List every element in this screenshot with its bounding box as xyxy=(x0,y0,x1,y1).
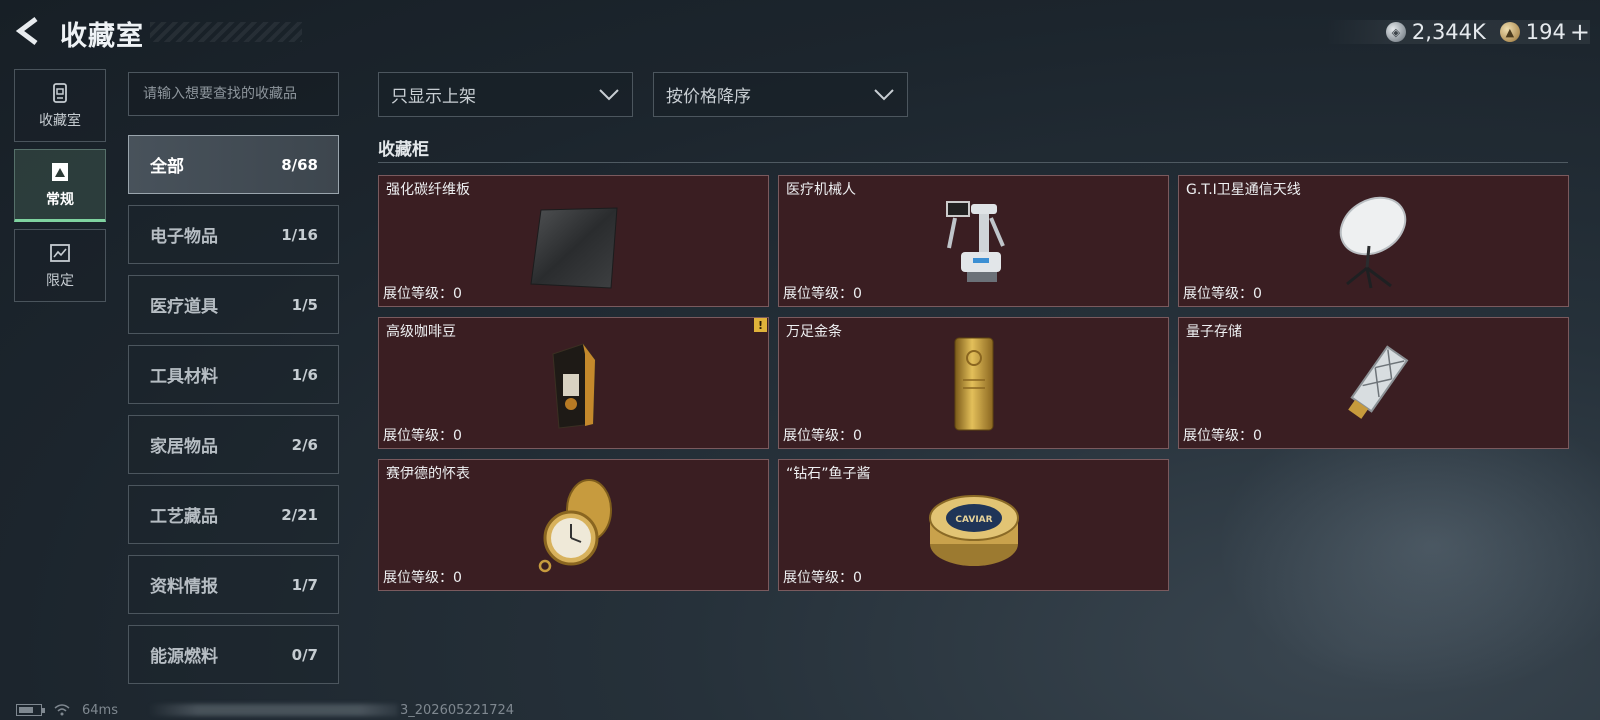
category-count: 2/21 xyxy=(281,505,318,524)
item-name: 万足金条 xyxy=(786,324,842,340)
sort-value: 按价格降序 xyxy=(666,87,751,107)
side-item-limited[interactable]: 限定 xyxy=(14,229,106,302)
coffee-beans-icon xyxy=(551,343,596,429)
side-item-collection-room[interactable]: 收藏室 xyxy=(14,69,106,142)
warning-badge: ! xyxy=(754,318,767,332)
sort-dropdown[interactable]: 按价格降序 xyxy=(653,72,908,117)
category-count: 2/6 xyxy=(291,435,318,454)
item-name: 高级咖啡豆 xyxy=(386,324,456,340)
category-count: 8/68 xyxy=(281,155,318,174)
medical-robot-icon xyxy=(945,201,1005,282)
category-name: 工具材料 xyxy=(150,367,218,387)
collection-card-medical-robot[interactable]: 医疗机械人 展位等级：0 xyxy=(778,175,1169,307)
item-level: 展位等级：0 xyxy=(1183,286,1262,302)
gold-coin-icon: ▲ xyxy=(1499,22,1520,42)
side-nav: 收藏室 常规 限定 xyxy=(14,69,106,309)
category-count: 1/16 xyxy=(281,225,318,244)
search-input[interactable] xyxy=(128,72,339,116)
category-name: 资料情报 xyxy=(150,577,218,597)
item-level: 展位等级：0 xyxy=(783,428,862,444)
currency-bar: ◈ 2,344K ▲ 194 + xyxy=(1325,18,1590,46)
carbon-fiber-plate-icon xyxy=(529,207,618,289)
collection-card-satellite-antenna[interactable]: G.T.I卫星通信天线 展位等级：0 xyxy=(1178,175,1569,307)
category-tools[interactable]: 工具材料 1/6 xyxy=(128,345,339,404)
item-level: 展位等级：0 xyxy=(383,286,462,302)
category-name: 电子物品 xyxy=(150,227,218,247)
gold-currency: ▲ 194 + xyxy=(1499,18,1590,46)
pocket-watch-icon xyxy=(538,479,612,573)
gold-bar-icon xyxy=(954,337,993,431)
collection-card-carbon-plate[interactable]: 强化碳纤维板 展位等级：0 xyxy=(378,175,769,307)
collection-room-icon xyxy=(53,83,67,103)
listing-filter-value: 只显示上架 xyxy=(391,87,476,107)
page-title: 收藏室 xyxy=(60,21,144,52)
category-electronics[interactable]: 电子物品 1/16 xyxy=(128,205,339,264)
item-name: “钻石”鱼子酱 xyxy=(786,466,871,482)
collection-card-gold-bar[interactable]: 万足金条 展位等级：0 xyxy=(778,317,1169,449)
title-decoration xyxy=(150,22,302,42)
back-button[interactable] xyxy=(14,16,44,46)
item-name: 强化碳纤维板 xyxy=(386,182,470,198)
status-bar: 64ms 3_202605221724 xyxy=(16,700,514,720)
item-name: 医疗机械人 xyxy=(786,182,856,198)
listing-filter-dropdown[interactable]: 只显示上架 xyxy=(378,72,633,117)
item-name: 赛伊德的怀表 xyxy=(386,466,470,482)
category-count: 0/7 xyxy=(291,645,318,664)
collection-card-quantum-storage[interactable]: 量子存储 展位等级：0 xyxy=(1178,317,1569,449)
category-count: 1/7 xyxy=(291,575,318,594)
item-level: 展位等级：0 xyxy=(383,570,462,586)
caviar-tin-icon: CAVIAR xyxy=(928,495,1019,566)
side-item-label: 收藏室 xyxy=(39,113,81,129)
category-medical[interactable]: 医疗道具 1/5 xyxy=(128,275,339,334)
item-level: 展位等级：0 xyxy=(783,286,862,302)
section-title: 收藏柜 xyxy=(378,140,429,160)
caviar-label: CAVIAR xyxy=(955,515,992,525)
side-item-label: 常规 xyxy=(46,192,74,208)
background-glow xyxy=(1180,430,1600,720)
item-level: 展位等级：0 xyxy=(783,570,862,586)
satellite-antenna-icon xyxy=(1339,196,1406,289)
collection-card-caviar[interactable]: “钻石”鱼子酱 CAVIAR 展位等级：0 xyxy=(778,459,1169,591)
side-item-regular[interactable]: 常规 xyxy=(14,149,106,222)
ping-value: 64ms xyxy=(82,702,118,718)
item-name: G.T.I卫星通信天线 xyxy=(1186,182,1301,198)
item-level: 展位等级：0 xyxy=(1183,428,1262,444)
section-divider xyxy=(378,162,1568,163)
collection-card-coffee-beans[interactable]: 高级咖啡豆 ! 展位等级：0 xyxy=(378,317,769,449)
regular-icon xyxy=(52,163,68,181)
back-arrow-icon xyxy=(15,17,38,45)
chevron-down-icon xyxy=(599,88,619,100)
item-level: 展位等级：0 xyxy=(383,428,462,444)
category-name: 能源燃料 xyxy=(150,647,218,667)
limited-icon xyxy=(50,244,70,262)
gold-value: 194 xyxy=(1525,20,1566,44)
category-all[interactable]: 全部 8/68 xyxy=(128,135,339,194)
category-crafts[interactable]: 工艺藏品 2/21 xyxy=(128,485,339,544)
category-count: 1/5 xyxy=(291,295,318,314)
side-item-label: 限定 xyxy=(46,273,74,289)
chevron-down-icon xyxy=(874,88,894,100)
wifi-icon xyxy=(54,704,70,716)
category-intel[interactable]: 资料情报 1/7 xyxy=(128,555,339,614)
collection-card-pocket-watch[interactable]: 赛伊德的怀表 展位等级：0 xyxy=(378,459,769,591)
category-name: 医疗道具 xyxy=(150,297,218,317)
category-name: 家居物品 xyxy=(150,437,218,457)
quantum-storage-icon xyxy=(1347,345,1408,419)
add-currency-button[interactable]: + xyxy=(1570,18,1590,46)
category-count: 1/6 xyxy=(291,365,318,384)
category-name: 工艺藏品 xyxy=(150,507,218,527)
category-list: 全部 8/68 电子物品 1/16 医疗道具 1/5 工具材料 1/6 家居物品… xyxy=(128,135,339,695)
item-name: 量子存储 xyxy=(1186,324,1242,340)
silver-currency: ◈ 2,344K xyxy=(1385,20,1486,44)
silver-coin-icon: ◈ xyxy=(1385,22,1406,42)
silver-value: 2,344K xyxy=(1411,20,1486,44)
battery-icon xyxy=(16,704,45,716)
category-household[interactable]: 家居物品 2/6 xyxy=(128,415,339,474)
category-name: 全部 xyxy=(150,157,184,177)
category-fuel[interactable]: 能源燃料 0/7 xyxy=(128,625,339,684)
build-version: 3_202605221724 xyxy=(399,702,515,718)
redacted-info xyxy=(147,704,398,716)
